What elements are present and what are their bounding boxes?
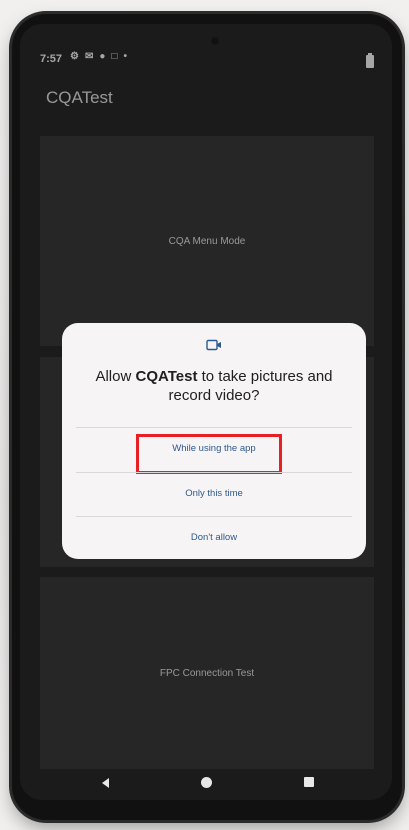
- recents-icon[interactable]: [304, 777, 314, 787]
- home-icon[interactable]: [201, 777, 212, 788]
- navigation-bar: [20, 768, 392, 800]
- dont-allow-option[interactable]: Don't allow: [62, 517, 366, 557]
- highlight-box: [136, 434, 282, 474]
- only-this-time-label: Only this time: [185, 487, 243, 499]
- dialog-title-prefix: Allow: [95, 368, 136, 385]
- dialog-title: Allow CQATest to take pictures and recor…: [80, 367, 348, 405]
- dont-allow-label: Don't allow: [190, 531, 238, 543]
- only-this-time-option[interactable]: Only this time: [62, 473, 366, 513]
- permission-dialog: Allow CQATest to take pictures and recor…: [62, 323, 366, 559]
- dialog-title-app: CQATest: [135, 368, 198, 385]
- video-camera-icon: [206, 339, 221, 351]
- back-icon[interactable]: [102, 778, 109, 788]
- device-screen: 7:57 ⚙ ✉ ● □ • CQATest CQA Menu Mode FPC…: [20, 24, 392, 800]
